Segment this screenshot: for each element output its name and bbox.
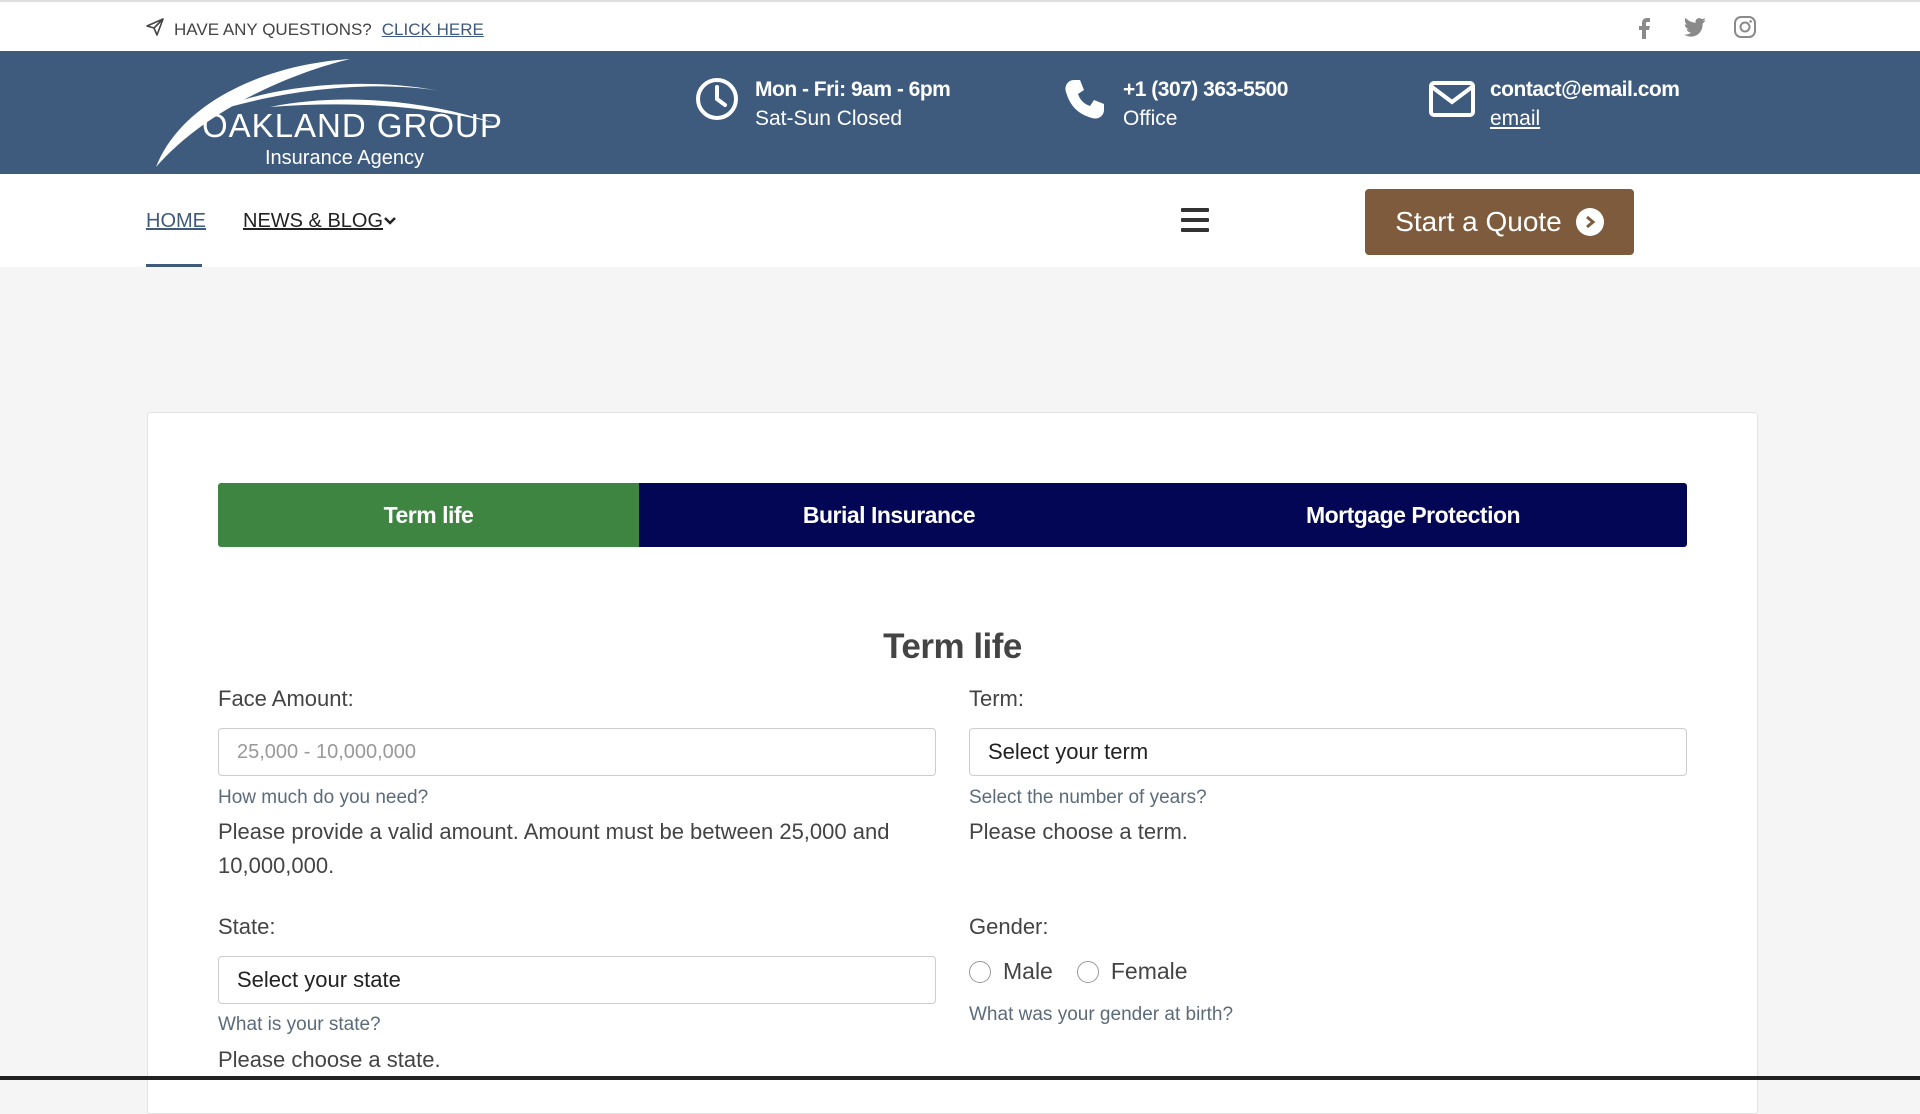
start-quote-button[interactable]: Start a Quote (1365, 189, 1634, 255)
twitter-icon[interactable] (1682, 14, 1708, 40)
start-quote-label: Start a Quote (1395, 206, 1562, 237)
state-select-value: Select your state (237, 967, 401, 992)
gender-radio-group: Male Female (969, 958, 1188, 985)
paper-plane-icon (146, 18, 164, 41)
radio-circle[interactable] (1076, 960, 1099, 983)
term-label: Term: (969, 686, 1024, 711)
gender-male-radio[interactable]: Male (969, 958, 1053, 985)
chevron-right-circle-icon (1575, 208, 1604, 236)
facebook-icon[interactable] (1632, 14, 1658, 40)
main-nav: HOME NEWS & BLOG Start a Quote (0, 174, 1920, 267)
radio-circle[interactable] (969, 960, 991, 983)
email-address[interactable]: contact@email.com (1490, 75, 1680, 104)
instagram-icon[interactable] (1732, 14, 1758, 40)
term-error: Please choose a term. (969, 819, 1188, 844)
tab-mortgage-protection[interactable]: Mortgage Protection (1139, 483, 1687, 547)
face-amount-label: Face Amount: (218, 686, 354, 711)
state-label: State: (218, 914, 276, 939)
phone-icon (1061, 75, 1109, 123)
logo-name: OAKLAND GROUP (202, 107, 503, 144)
hours-weekdays: Mon - Fri: 9am - 6pm (755, 78, 951, 101)
phone-info: +1 (307) 363-5500 Office (1061, 75, 1288, 133)
chevron-down-icon (383, 210, 397, 232)
tab-term-life[interactable]: Term life (218, 483, 639, 547)
email-info: contact@email.com email (1428, 75, 1680, 133)
state-help: What is your state? (218, 1014, 381, 1035)
logo-subtitle: Insurance Agency (265, 147, 424, 169)
insurance-tabs: Term life Burial Insurance Mortgage Prot… (218, 483, 1687, 547)
active-nav-indicator (146, 264, 202, 267)
tab-burial-insurance[interactable]: Burial Insurance (639, 483, 1139, 547)
face-amount-error: Please provide a valid amount. Amount mu… (218, 819, 890, 878)
bottom-border (0, 1076, 1920, 1080)
nav-home[interactable]: HOME (146, 210, 206, 233)
top-bar: HAVE ANY QUESTIONS? CLICK HERE (0, 0, 1920, 51)
envelope-icon (1428, 75, 1476, 123)
hamburger-menu-icon[interactable] (1181, 208, 1209, 232)
company-logo[interactable]: OAKLAND GROUP Insurance Agency (150, 55, 510, 173)
state-error: Please choose a state. (218, 1047, 441, 1072)
questions-text: HAVE ANY QUESTIONS? (174, 19, 372, 39)
nav-news-blog[interactable]: NEWS & BLOG (243, 210, 397, 233)
nav-news-blog-label: NEWS & BLOG (243, 210, 384, 232)
state-select[interactable]: Select your state (218, 956, 936, 1004)
term-select[interactable]: Select your term (969, 728, 1687, 776)
social-links (1632, 14, 1758, 40)
questions-banner: HAVE ANY QUESTIONS? CLICK HERE (146, 18, 484, 41)
gender-male-label: Male (1003, 958, 1053, 984)
email-link[interactable]: email (1490, 104, 1679, 133)
gender-help: What was your gender at birth? (969, 1004, 1234, 1025)
gender-female-radio[interactable]: Female (1076, 958, 1188, 985)
hours-info: Mon - Fri: 9am - 6pm Sat-Sun Closed (693, 75, 951, 133)
click-here-link[interactable]: CLICK HERE (382, 20, 484, 40)
phone-label: Office (1123, 107, 1178, 130)
face-amount-input[interactable] (218, 728, 936, 776)
hours-weekend: Sat-Sun Closed (755, 107, 903, 130)
gender-female-label: Female (1110, 958, 1188, 984)
phone-number[interactable]: +1 (307) 363-5500 (1123, 75, 1288, 104)
term-help: Select the number of years? (969, 787, 1207, 808)
site-header: OAKLAND GROUP Insurance Agency Mon - Fri… (0, 51, 1920, 174)
face-amount-help: How much do you need? (218, 787, 429, 808)
form-title: Term life (883, 627, 1022, 666)
gender-label: Gender: (969, 914, 1049, 939)
term-select-value: Select your term (988, 739, 1149, 764)
quote-form-card: Term life Burial Insurance Mortgage Prot… (147, 412, 1758, 1114)
clock-icon (693, 75, 741, 123)
